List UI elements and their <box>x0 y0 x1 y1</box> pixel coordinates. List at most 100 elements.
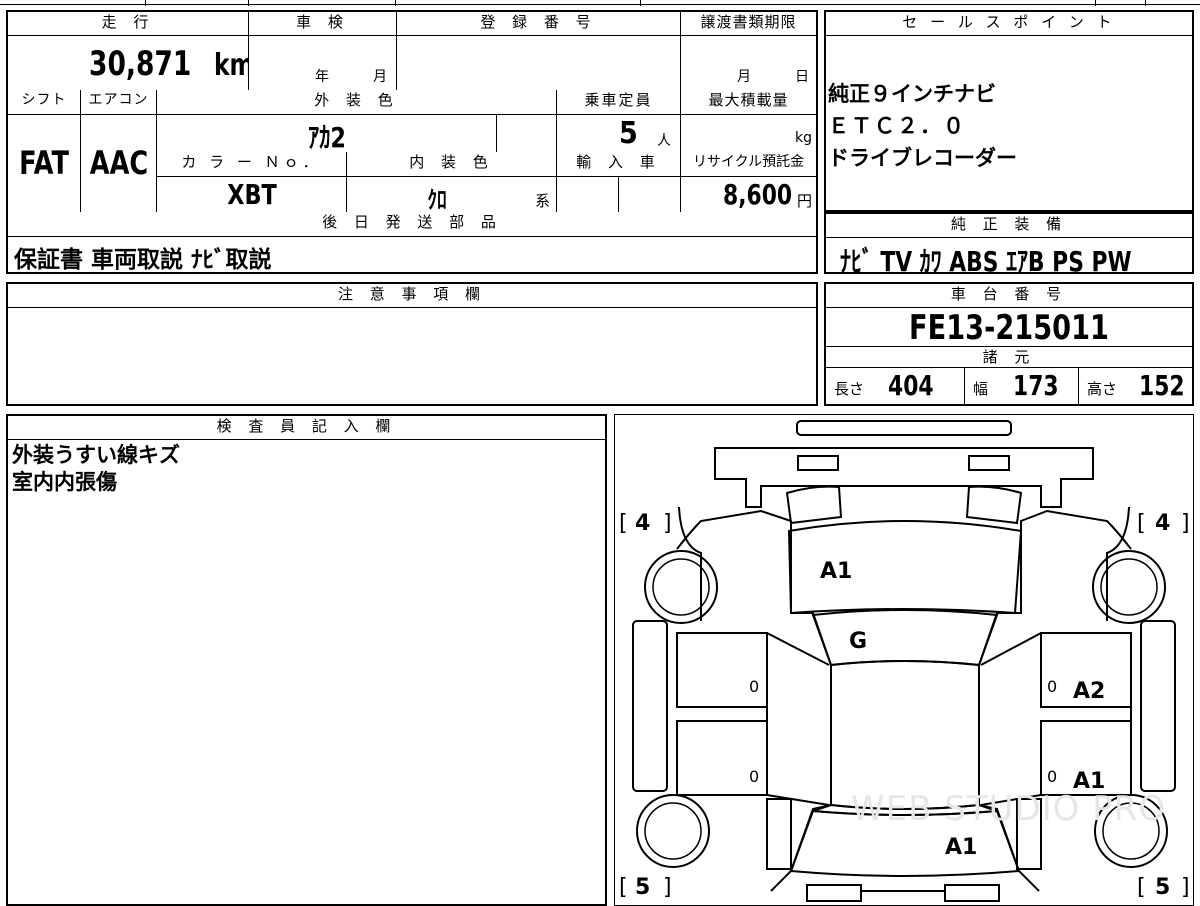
front-bumper-shape <box>796 420 1012 436</box>
right-front-door-damage-marker: A2 <box>1073 679 1106 704</box>
mileage-label: 走 行 <box>8 12 248 36</box>
hood-damage-marker: A1 <box>820 559 853 584</box>
sales-point-label: セ ー ル ス ポ イ ン ト <box>826 12 1192 36</box>
right-front-door-mark: 0 <box>1047 677 1058 696</box>
transfer-month: 月 <box>737 69 751 85</box>
interior-color-value: ｸﾛ <box>427 186 447 212</box>
recycle-value: 8,600 <box>723 178 793 211</box>
rear-bumper-right <box>944 884 1000 902</box>
sales-point-line: 純正９インチナビ <box>828 82 996 106</box>
mileage-number: 30,871 <box>88 44 192 84</box>
watermark: WEB STUDIO PRO <box>851 789 1167 829</box>
capacity-unit: 人 <box>657 133 671 149</box>
exterior-color-label: 外 装 色 <box>156 90 556 114</box>
registration-label: 登 録 番 号 <box>396 12 680 36</box>
headlight-right <box>968 455 1010 471</box>
left-front-door-mark: 0 <box>749 677 760 696</box>
interior-color-label: 内 装 色 <box>346 152 556 176</box>
left-rear-door-mark: 0 <box>749 767 760 786</box>
left-rear-panel <box>766 798 792 870</box>
max-load-unit: kg <box>795 130 812 146</box>
tire-rear-left-label: [ 5 ] <box>619 875 672 900</box>
exterior-color-value: ｱｶ2 <box>308 121 346 152</box>
sales-point-lines: 純正９インチナビ ＥＴＣ２．０ ドライブレコーダー <box>828 78 1188 178</box>
capacity-label: 乗車定員 <box>556 90 680 114</box>
notes-box: 注 意 事 項 欄 <box>6 282 818 406</box>
windshield-shape <box>811 609 999 667</box>
transfer-label: 譲渡書類期限 <box>680 12 816 36</box>
windshield-damage-marker: G <box>849 629 868 654</box>
color-no-label: カ ラ ー Ｎｏ． <box>156 152 346 176</box>
inspector-line: 外装うすい線キズ <box>12 443 180 467</box>
capacity-value: 5 <box>619 116 638 151</box>
chassis-label: 車 台 番 号 <box>826 284 1192 308</box>
inspector-label: 検 査 員 記 入 欄 <box>8 416 605 440</box>
chassis-value: FE13-215011 <box>909 308 1109 346</box>
height-label: 高さ <box>1087 380 1118 398</box>
right-pillar <box>1041 706 1132 722</box>
headlight-left <box>797 455 839 471</box>
tire-rear-left-shape <box>636 794 710 868</box>
tire-front-right-label: [ 4 ] <box>1137 511 1190 536</box>
sales-point-box: セ ー ル ス ポ イ ン ト 純正９インチナビ ＥＴＣ２．０ ドライブレコーダ… <box>824 10 1194 212</box>
width-label: 幅 <box>973 380 989 398</box>
tire-rear-right-label: [ 5 ] <box>1137 875 1190 900</box>
left-cowl <box>785 485 843 525</box>
right-door-joints <box>980 632 1042 806</box>
aircon-label: エアコン <box>80 90 156 114</box>
left-side-skirt <box>632 620 668 792</box>
top-strip <box>0 0 1200 6</box>
import-value-2 <box>618 176 680 212</box>
tire-front-left-label: [ 4 ] <box>619 511 672 536</box>
color-no-value: XBT <box>227 178 277 211</box>
right-side-skirt <box>1140 620 1176 792</box>
transfer-value: 月 日 <box>680 36 816 90</box>
inspector-line: 室内内張傷 <box>12 470 117 494</box>
shift-label: シフト <box>8 90 80 114</box>
shift-value: FAT <box>19 144 69 182</box>
transfer-day: 日 <box>795 69 809 85</box>
registration-value <box>396 36 680 90</box>
roof-shape <box>830 660 980 810</box>
inspector-box: 検 査 員 記 入 欄 外装うすい線キズ 室内内張傷 <box>6 414 607 906</box>
sales-point-line: ＥＴＣ２．０ <box>828 114 966 138</box>
later-parts-label: 後 日 発 送 部 品 <box>8 212 816 236</box>
import-value-1 <box>556 176 618 212</box>
right-rear-door-mark: 0 <box>1047 767 1058 786</box>
left-pillar <box>677 706 768 722</box>
mileage-unit: km <box>214 48 248 83</box>
notes-value <box>12 310 812 400</box>
notes-label: 注 意 事 項 欄 <box>8 284 816 308</box>
inspection-year: 年 <box>315 69 329 85</box>
inspection-value: 年 月 <box>248 36 396 90</box>
inspection-month: 月 <box>373 69 387 85</box>
max-load-label: 最大積載量 <box>680 90 816 114</box>
sales-point-line: ドライブレコーダー <box>828 146 1017 170</box>
aircon-value: AAC <box>89 144 149 182</box>
rear-bumper-left <box>806 884 862 902</box>
genuine-equipment-label: 純 正 装 備 <box>826 214 1192 238</box>
import-label: 輸 入 車 <box>556 152 680 176</box>
left-door-joints <box>766 632 830 806</box>
interior-color-suffix: 系 <box>535 192 551 210</box>
damage-diagram-box: [ 4 ] [ 4 ] [ 5 ] [ 5 ] A1 G A2 A1 A1 0 … <box>614 414 1194 906</box>
vehicle-info-grid: 走 行 車 検 登 録 番 号 譲渡書類期限 30,871 km 年 月 月 日… <box>6 10 818 274</box>
genuine-equipment-box: 純 正 装 備 ﾅﾋﾞ TV ｶﾜ ABS ｴｱB PS PW <box>824 212 1194 274</box>
length-value: 404 <box>888 369 934 402</box>
length-label: 長さ <box>834 380 865 398</box>
trunk-damage-marker: A1 <box>945 835 978 860</box>
recycle-label: リサイクル預託金 <box>680 152 816 176</box>
tire-front-left-shape <box>644 550 718 624</box>
specs-label: 諸 元 <box>826 346 1192 368</box>
front-panel-shape <box>714 447 1094 508</box>
genuine-equipment-value: ﾅﾋﾞ TV ｶﾜ ABS ｴｱB PS PW <box>840 245 1132 272</box>
recycle-unit: 円 <box>796 192 812 210</box>
width-value: 173 <box>1013 369 1059 402</box>
right-cowl <box>965 485 1023 525</box>
later-parts-value: 保証書 車両取説 ﾅﾋﾞ取説 <box>14 247 272 272</box>
chassis-specs-box: 車 台 番 号 FE13-215011 諸 元 長さ 404 幅 173 高さ … <box>824 282 1194 406</box>
car-diagram <box>632 420 1176 902</box>
tire-front-right-shape <box>1092 550 1166 624</box>
height-value: 152 <box>1139 369 1185 402</box>
inspection-label: 車 検 <box>248 12 396 36</box>
